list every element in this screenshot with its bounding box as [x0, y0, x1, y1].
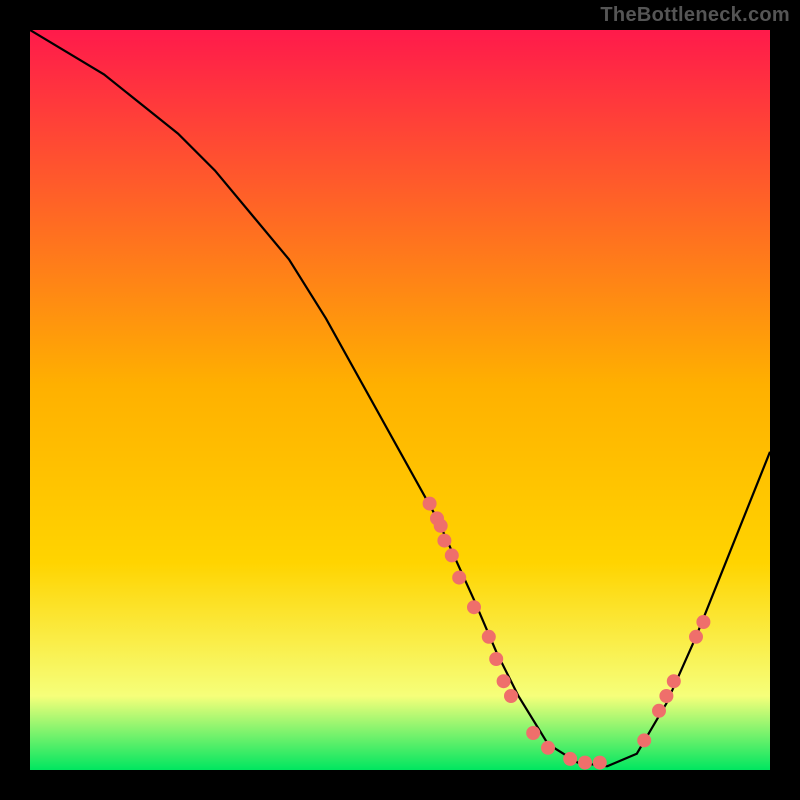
scatter-dot	[445, 548, 459, 562]
scatter-dot	[689, 630, 703, 644]
scatter-dot	[526, 726, 540, 740]
scatter-dot	[659, 689, 673, 703]
scatter-dot	[667, 674, 681, 688]
scatter-dot	[637, 733, 651, 747]
plot-area	[30, 30, 770, 770]
scatter-dot	[489, 652, 503, 666]
scatter-dot	[437, 534, 451, 548]
scatter-dot	[578, 756, 592, 770]
scatter-dot	[593, 756, 607, 770]
scatter-dot	[541, 741, 555, 755]
scatter-dot	[652, 704, 666, 718]
watermark-label: TheBottleneck.com	[600, 4, 790, 27]
scatter-dot	[504, 689, 518, 703]
scatter-dot	[563, 752, 577, 766]
scatter-dot	[452, 571, 466, 585]
scatter-dot	[482, 630, 496, 644]
scatter-dot	[434, 519, 448, 533]
scatter-dot	[696, 615, 710, 629]
plot-svg	[30, 30, 770, 770]
gradient-bg	[30, 30, 770, 770]
scatter-dot	[423, 497, 437, 511]
scatter-dot	[467, 600, 481, 614]
chart-frame: TheBottleneck.com	[0, 0, 800, 800]
scatter-dot	[497, 674, 511, 688]
